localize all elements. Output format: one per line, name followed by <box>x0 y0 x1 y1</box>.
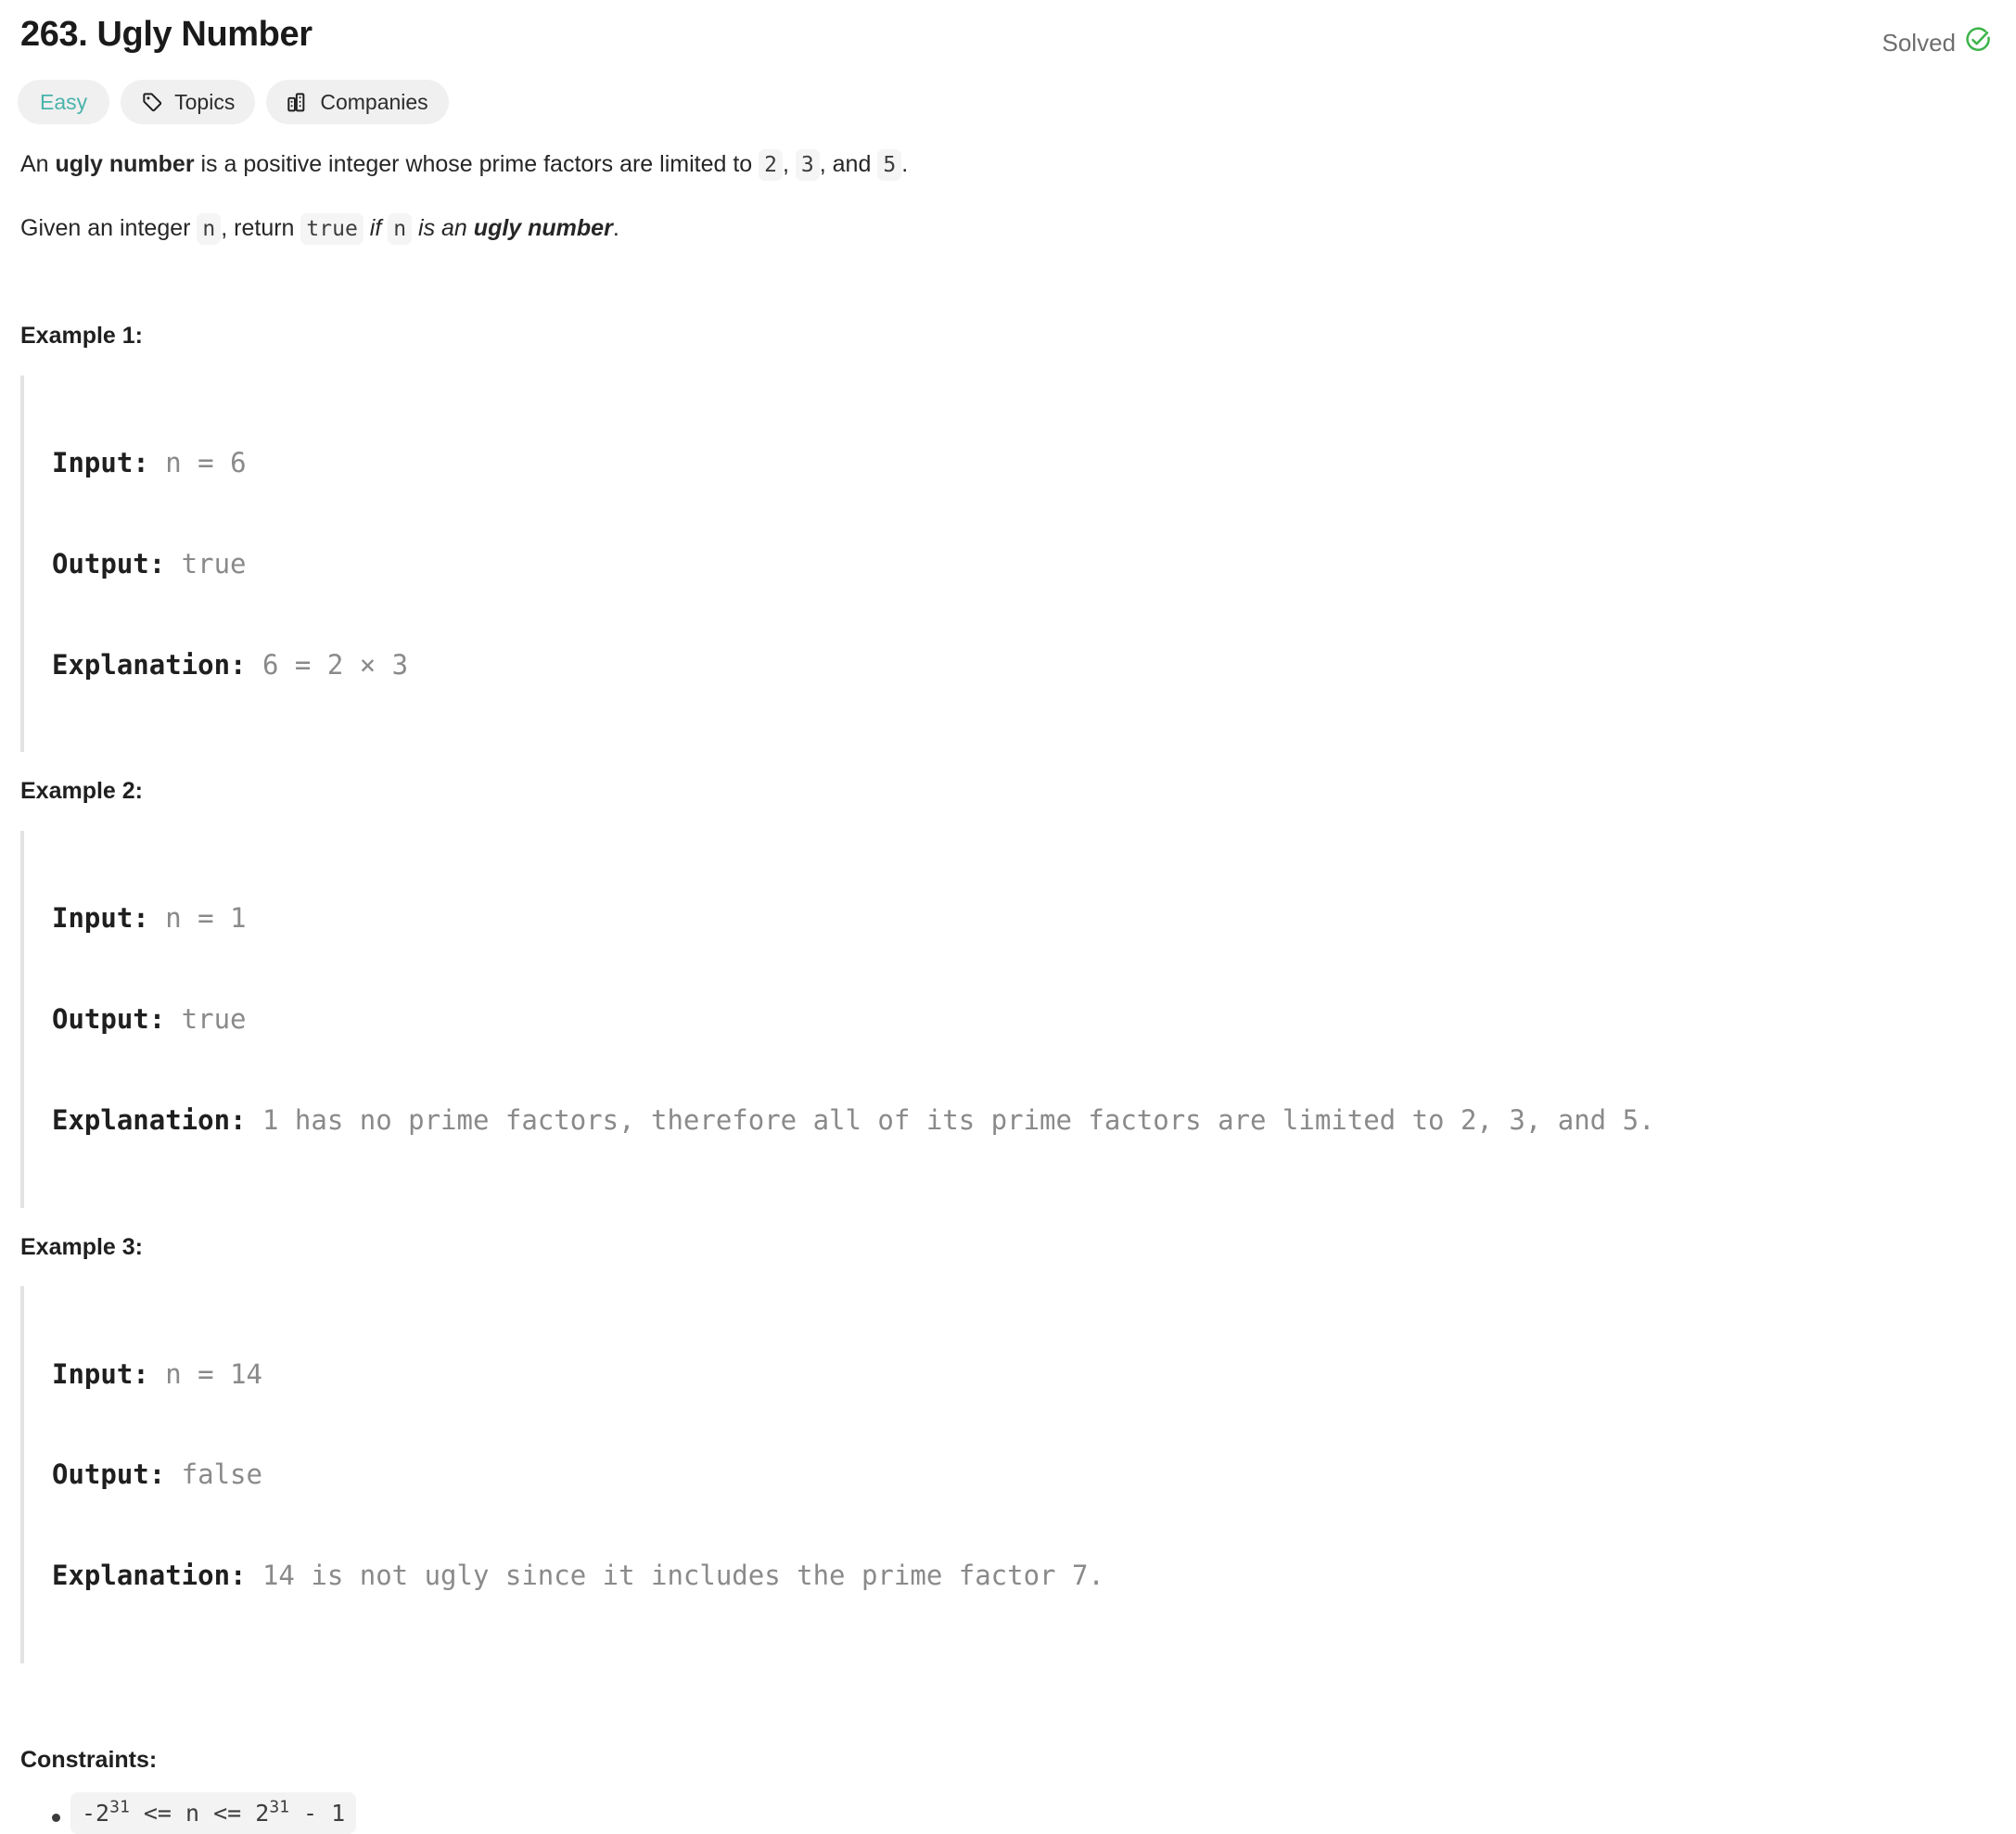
desc-p2-text-end: . <box>612 214 619 241</box>
tag-icon <box>141 91 164 114</box>
example-input-line: Input: n = 6 <box>52 446 1992 479</box>
list-item: -231 <= n <= 231 - 1 <box>52 1792 1992 1834</box>
inline-code-5: 5 <box>877 149 902 181</box>
example-1-heading: Example 1: <box>20 323 144 349</box>
example-output-value: true <box>165 547 247 579</box>
inline-code-true: true <box>300 212 364 245</box>
desc-p2-text-2: , return <box>221 214 301 241</box>
example-explanation-line: Explanation: 14 is not ugly since it inc… <box>52 1559 1992 1592</box>
topics-pill-label: Topics <box>174 89 236 114</box>
difficulty-pill-label: Easy <box>40 89 88 114</box>
status-badge: Solved <box>1882 13 1993 58</box>
problem-content: An ugly number is a positive integer who… <box>0 124 2016 1834</box>
inline-code-3: 3 <box>795 149 820 181</box>
constraints-heading: Constraints: <box>20 1746 158 1773</box>
example-2-block: Input: n = 1 Output: true Explanation: 1… <box>20 830 1992 1208</box>
example-1-block: Input: n = 6 Output: true Explanation: 6… <box>20 375 1992 753</box>
difficulty-pill[interactable]: Easy <box>18 80 110 124</box>
problem-header: 263. Ugly Number Solved <box>0 0 2016 58</box>
example-output-line: Output: true <box>52 547 1992 580</box>
example-output-value: false <box>165 1458 262 1491</box>
example-explanation-line: Explanation: 1 has no prime factors, the… <box>52 1103 1992 1137</box>
desc-p1-text-2: is a positive integer whose prime factor… <box>194 151 759 177</box>
example-explanation-value: 1 has no prime factors, therefore all of… <box>246 1103 1655 1136</box>
constraint-middle: <= n <= 2 <box>129 1800 270 1828</box>
example-output-value: true <box>165 1003 247 1035</box>
desc-p1-text-4: , and <box>819 151 878 177</box>
example-explanation-value: 14 is not ugly since it includes the pri… <box>246 1560 1104 1591</box>
example-input-line: Input: n = 14 <box>52 1357 1992 1391</box>
desc-p2-bolditalic: ugly number <box>473 214 613 241</box>
description-paragraph-1: An ugly number is a positive integer who… <box>20 124 1992 182</box>
status-badge-label: Solved <box>1882 28 1957 57</box>
example-explanation-label: Explanation: <box>52 1560 247 1591</box>
example-explanation-value: 6 = 2 × 3 <box>246 648 409 681</box>
example-explanation-label: Explanation: <box>52 648 247 681</box>
inline-code-n-1: n <box>197 212 222 245</box>
tag-pill-row: Easy Topics Companies <box>0 58 2016 124</box>
example-output-label: Output: <box>52 547 166 579</box>
desc-p2-italic-isan: is an <box>418 214 474 241</box>
desc-p2-space-1 <box>364 215 370 241</box>
inline-code-2: 2 <box>759 149 783 181</box>
desc-p2-text-1: Given an integer <box>20 214 198 241</box>
check-circle-icon <box>1964 26 1992 58</box>
desc-p1-text-5: . <box>901 151 909 177</box>
example-input-value: n = 1 <box>148 902 247 935</box>
example-2-heading: Example 2: <box>20 778 144 805</box>
desc-p1-bold-1: ugly number <box>55 151 195 177</box>
example-output-line: Output: false <box>52 1458 1992 1491</box>
example-input-value: n = 6 <box>148 447 247 478</box>
constraint-prefix: -2 <box>82 1800 110 1828</box>
example-input-value: n = 14 <box>148 1357 262 1390</box>
topics-pill[interactable]: Topics <box>121 80 256 124</box>
problem-description-page: 263. Ugly Number Solved Easy Topics Comp… <box>0 0 2016 1834</box>
example-input-label: Input: <box>52 1357 149 1390</box>
example-explanation-label: Explanation: <box>52 1103 247 1136</box>
companies-pill-label: Companies <box>320 89 428 114</box>
example-output-line: Output: true <box>52 1002 1992 1036</box>
example-3-block: Input: n = 14 Output: false Explanation:… <box>20 1286 1992 1663</box>
example-input-line: Input: n = 1 <box>52 901 1992 935</box>
content-spacer-1 <box>20 245 1992 321</box>
constraint-code: -231 <= n <= 231 - 1 <box>70 1792 357 1834</box>
desc-p1-text-3: , <box>783 151 796 177</box>
companies-pill[interactable]: Companies <box>266 80 449 124</box>
example-output-label: Output: <box>52 1458 166 1491</box>
example-3-heading: Example 3: <box>20 1233 144 1260</box>
example-output-label: Output: <box>52 1003 166 1035</box>
building-icon <box>287 91 310 114</box>
description-paragraph-2: Given an integer n, return true if n is … <box>20 182 1992 246</box>
example-explanation-line: Explanation: 6 = 2 × 3 <box>52 648 1992 681</box>
content-spacer-2 <box>20 1663 1992 1745</box>
desc-p1-text-1: An <box>20 151 56 177</box>
example-input-label: Input: <box>52 902 149 935</box>
constraint-suffix: - 1 <box>289 1800 346 1828</box>
example-input-label: Input: <box>52 447 149 478</box>
constraint-exponent-2: 31 <box>269 1797 289 1817</box>
inline-code-n-2: n <box>388 212 413 245</box>
desc-p2-space-3 <box>412 215 418 241</box>
constraint-exponent-1: 31 <box>109 1797 130 1817</box>
page-title: 263. Ugly Number <box>20 15 313 54</box>
constraints-list: -231 <= n <= 231 - 1 <box>20 1775 1992 1834</box>
desc-p2-italic-if: if <box>369 214 382 241</box>
